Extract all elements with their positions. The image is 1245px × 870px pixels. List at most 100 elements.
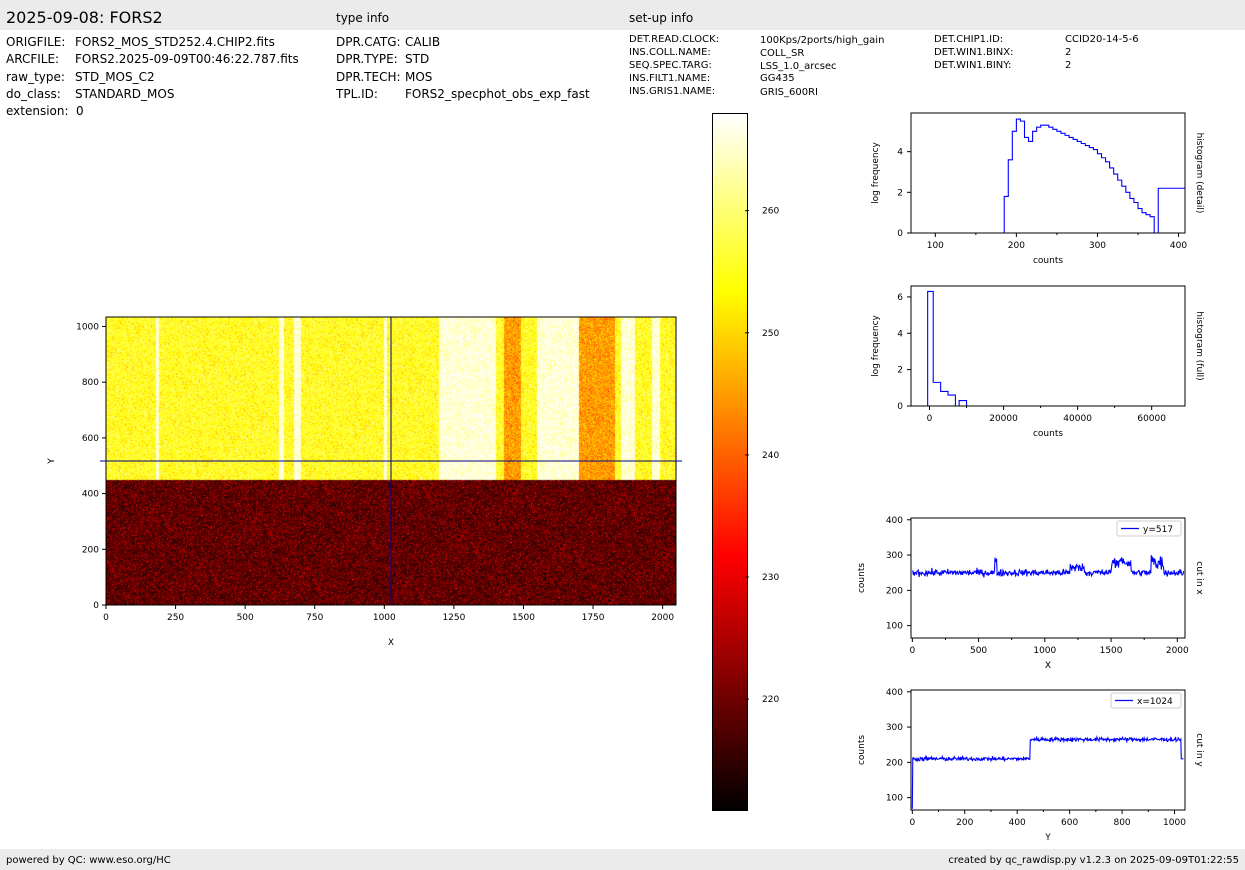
legend-label: y=517 bbox=[1143, 525, 1173, 535]
x-axis-label: counts bbox=[1033, 256, 1063, 266]
setup-info-label: set-up info bbox=[629, 11, 694, 25]
series-line bbox=[911, 734, 1184, 809]
y-tick-label: 200 bbox=[886, 758, 903, 768]
setup-info-key: INS.GRIS1.NAME: bbox=[629, 86, 716, 97]
file-info-key: extension: bbox=[6, 104, 69, 118]
x-tick-label: 400 bbox=[1009, 818, 1026, 828]
series-line bbox=[911, 290, 1185, 407]
x-tick-label: 0 bbox=[909, 818, 915, 828]
setup-info-value: GRIS_600RI bbox=[760, 87, 818, 98]
y-axis-label: counts bbox=[857, 563, 867, 593]
setup-info-value: COLL_SR bbox=[760, 48, 805, 59]
x-tick-label: 200 bbox=[956, 818, 973, 828]
y-tick-label: 800 bbox=[82, 378, 99, 388]
x-axis-label: X bbox=[1045, 661, 1051, 671]
file-info-value: STANDARD_MOS bbox=[75, 87, 175, 101]
y-tick-label: 4 bbox=[897, 148, 903, 158]
file-info-value: 0 bbox=[76, 104, 84, 118]
colorbar-tick-label: 240 bbox=[762, 451, 779, 461]
file-info-value: FORS2.2025-09-09T00:46:22.787.fits bbox=[75, 52, 299, 66]
type-info-key: TPL.ID: bbox=[336, 87, 378, 101]
legend-label: x=1024 bbox=[1137, 697, 1173, 707]
x-tick-label: 800 bbox=[1113, 818, 1130, 828]
x-tick-label: 400 bbox=[1170, 241, 1187, 251]
setup-info-value: CCID20-14-5-6 bbox=[1065, 34, 1139, 45]
x-tick-label: 1000 bbox=[1163, 818, 1186, 828]
x-tick-label: 1250 bbox=[442, 613, 465, 623]
x-tick-label: 1500 bbox=[1100, 646, 1123, 656]
x-tick-label: 20000 bbox=[989, 414, 1018, 424]
x-tick-label: 300 bbox=[1089, 241, 1106, 251]
plot-frame bbox=[910, 285, 1186, 407]
type-info-value: CALIB bbox=[405, 35, 441, 49]
x-axis-label: X bbox=[388, 638, 394, 648]
cut-x-chart: 0 500 1000 1500 2000 100 200 300 400 Xcounts cut i… bbox=[857, 516, 1204, 671]
file-info-key: ARCFILE: bbox=[6, 52, 60, 66]
setup-info-key: INS.COLL.NAME: bbox=[629, 47, 711, 58]
y-axis-label: log frequency bbox=[871, 314, 881, 376]
footer-right: created by qc_rawdisp.py v1.2.3 on 2025-… bbox=[948, 855, 1239, 866]
x-tick-label: 0 bbox=[909, 646, 915, 656]
y-tick-label: 300 bbox=[886, 551, 903, 561]
y-tick-label: 200 bbox=[82, 545, 99, 555]
x-tick-label: 0 bbox=[103, 613, 109, 623]
x-tick-label: 1000 bbox=[373, 613, 396, 623]
y-tick-label: 200 bbox=[886, 586, 903, 596]
x-tick-label: 500 bbox=[237, 613, 254, 623]
histogram-detail-chart: 100 200 300 400 0 2 4 counts log frequency histog… bbox=[871, 112, 1204, 266]
series-line bbox=[911, 118, 1185, 234]
type-info-value: STD bbox=[405, 52, 430, 66]
file-info-key: raw_type: bbox=[6, 70, 65, 84]
colorbar-axis: 220 230 240 250 260 bbox=[745, 207, 779, 705]
file-info-key: ORIGFILE: bbox=[6, 35, 66, 49]
setup-info-key: DET.WIN1.BINY: bbox=[934, 60, 1012, 71]
chart-title: histogram (detail) bbox=[1194, 133, 1204, 214]
colorbar-tick-label: 230 bbox=[762, 573, 779, 583]
x-tick-label: 600 bbox=[1061, 818, 1078, 828]
file-info-key: do_class: bbox=[6, 87, 61, 101]
y-tick-label: 6 bbox=[897, 293, 903, 303]
file-info-value: STD_MOS_C2 bbox=[75, 70, 155, 84]
plot-frame bbox=[910, 112, 1186, 234]
colorbar-tick-label: 250 bbox=[762, 329, 779, 339]
y-tick-label: 1000 bbox=[76, 322, 99, 332]
detector-image bbox=[106, 317, 676, 605]
setup-info-key: INS.FILT1.NAME: bbox=[629, 73, 711, 84]
x-tick-label: 1750 bbox=[582, 613, 605, 623]
legend: x=1024 bbox=[1110, 692, 1182, 709]
setup-info-key: SEQ.SPEC.TARG: bbox=[629, 60, 712, 71]
series-line bbox=[911, 555, 1185, 578]
x-tick-label: 0 bbox=[927, 414, 933, 424]
x-tick-label: 100 bbox=[927, 241, 944, 251]
y-tick-label: 100 bbox=[886, 794, 903, 804]
y-tick-label: 300 bbox=[886, 723, 903, 733]
header-bar bbox=[0, 0, 1245, 30]
setup-info-value: 2 bbox=[1065, 47, 1072, 58]
setup-info-key: DET.WIN1.BINX: bbox=[934, 47, 1014, 58]
setup-info-value: LSS_1.0_arcsec bbox=[760, 61, 837, 72]
histogram-full-chart: 0 20000 40000 60000 0 2 4 6 counts log frequency h… bbox=[871, 285, 1204, 439]
y-axis-label: Y bbox=[47, 458, 57, 465]
setup-info-value: 2 bbox=[1065, 60, 1072, 71]
setup-info-key: DET.READ.CLOCK: bbox=[629, 34, 720, 45]
y-tick-label: 400 bbox=[886, 688, 903, 698]
y-tick-label: 100 bbox=[886, 622, 903, 632]
x-tick-label: 60000 bbox=[1137, 414, 1166, 424]
type-info-value: FORS2_specphot_obs_exp_fast bbox=[405, 87, 590, 101]
x-tick-label: 2000 bbox=[1166, 646, 1189, 656]
cut-y-chart: 0 200 400 600 800 1000 100 200 300 400 Ycounts cut … bbox=[857, 688, 1204, 843]
footer-left: powered by QC: www.eso.org/HC bbox=[6, 855, 171, 866]
setup-info-value: 100Kps/2ports/high_gain bbox=[760, 35, 885, 46]
x-tick-label: 250 bbox=[167, 613, 184, 623]
type-info-key: DPR.CATG: bbox=[336, 35, 401, 49]
y-tick-label: 0 bbox=[897, 229, 903, 239]
setup-info-value: GG435 bbox=[760, 73, 795, 84]
x-tick-label: 2000 bbox=[651, 613, 674, 623]
setup-info-key: DET.CHIP1.ID: bbox=[934, 34, 1004, 45]
y-axis-label: log frequency bbox=[871, 141, 881, 203]
y-tick-label: 0 bbox=[93, 601, 99, 611]
colorbar-tick-label: 260 bbox=[762, 207, 779, 217]
file-info-value: FORS2_MOS_STD252.4.CHIP2.fits bbox=[75, 35, 275, 49]
x-tick-label: 40000 bbox=[1063, 414, 1092, 424]
legend: y=517 bbox=[1116, 520, 1182, 537]
